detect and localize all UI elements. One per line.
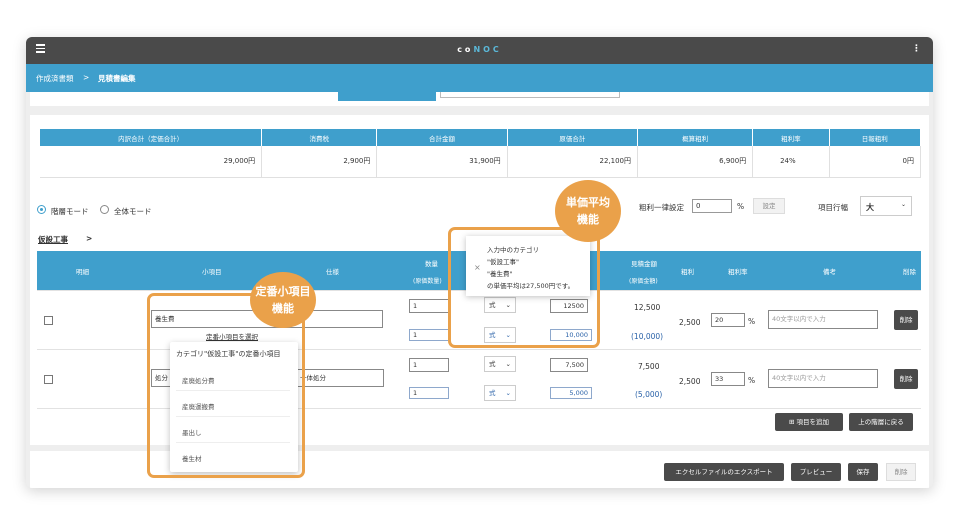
app-logo: coNOC [457, 45, 502, 54]
est-amount: 12,500 [634, 303, 661, 312]
price-average-callout: 単価平均 機能 [555, 180, 621, 242]
col-est: 見積金額 [631, 260, 657, 268]
summary-header: 概算粗利 [637, 129, 754, 146]
gross-setting-label: 粗利一律設定 [639, 203, 684, 212]
row-checkbox[interactable] [44, 316, 53, 325]
cost-price-input[interactable]: 5,000 [550, 387, 592, 399]
gross-rate-input[interactable]: 0 [692, 199, 732, 213]
delete-row-button[interactable]: 削除 [894, 369, 918, 389]
remark-input[interactable]: 40文字以内で入力 [768, 369, 878, 388]
top-bar: coNOC ⋮ [26, 37, 933, 64]
export-excel-button[interactable]: エクセルファイルのエクスポート [664, 463, 784, 481]
cost-qty-input[interactable]: 1 [409, 387, 449, 399]
qty-input[interactable]: 1 [409, 299, 449, 313]
summary-header: 原価合計 [507, 129, 638, 146]
save-button[interactable]: 保存 [848, 463, 878, 481]
remark-input[interactable]: 40文字以内で入力 [768, 310, 878, 329]
summary-value: 24% [752, 146, 830, 178]
qty-input[interactable]: 1 [409, 358, 449, 372]
summary-value: 6,900円 [637, 146, 754, 178]
gross-value: 2,500 [679, 318, 701, 327]
rate-input[interactable]: 33 [711, 372, 745, 386]
tier-mode-radio[interactable] [37, 205, 46, 214]
summary-header: 日報粗利 [829, 129, 922, 146]
col-delete: 削除 [903, 268, 916, 276]
summary-value: 0円 [829, 146, 922, 178]
chevron-right-icon: > [86, 234, 93, 243]
summary-value: 22,100円 [507, 146, 638, 178]
chevron-down-icon: ⌄ [900, 201, 906, 208]
summary-header: 消費税 [261, 129, 378, 146]
breadcrumb-current: 見積書編集 [98, 74, 136, 83]
col-gross: 粗利 [681, 268, 694, 276]
breadcrumb-parent[interactable]: 作成済書類 [36, 73, 74, 84]
gross-unit: % [737, 202, 745, 211]
summary-header: 粗利率 [752, 129, 830, 146]
preview-button[interactable]: プレビュー [791, 463, 841, 481]
gross-value: 2,500 [679, 377, 701, 386]
col-rate: 粗利率 [728, 268, 748, 276]
header-card [30, 92, 929, 106]
rate-input[interactable]: 20 [711, 313, 745, 327]
summary-header: 内訳合計（定価合計） [40, 129, 263, 146]
summary-value: 29,000円 [40, 146, 263, 178]
col-detail: 明細 [76, 268, 89, 276]
back-up-level-button[interactable]: 上の階層に戻る [849, 413, 913, 431]
row-width-select[interactable]: 大 ⌄ [860, 196, 912, 216]
col-est-sub: (原価金額) [629, 278, 658, 285]
cost-unit-select[interactable]: 式 ⌄ [484, 385, 516, 401]
unit-select[interactable]: 式 ⌄ [484, 356, 516, 372]
all-mode-label: 全体モード [114, 207, 152, 216]
tier-mode-label: 階層モード [51, 207, 89, 216]
summary-value: 2,900円 [261, 146, 378, 178]
col-spec: 仕様 [326, 268, 339, 276]
rate-unit: % [748, 376, 756, 385]
cost-amount: (10,000) [631, 332, 664, 341]
add-icon: ⊞ [788, 418, 797, 426]
price-input[interactable]: 7,500 [550, 358, 588, 372]
add-item-button[interactable]: ⊞ 項目を追加 [775, 413, 843, 431]
spec-input[interactable]: 一体処分 [296, 369, 384, 387]
row-width-label: 項目行幅 [818, 203, 848, 212]
cost-qty-input[interactable]: 1 [409, 329, 449, 341]
col-item: 小項目 [202, 268, 222, 276]
title-input[interactable] [440, 92, 620, 98]
more-options-icon[interactable]: ⋮ [912, 44, 921, 54]
chevron-down-icon: ⌄ [505, 389, 511, 397]
col-qty-sub: (原価数量) [413, 278, 442, 285]
delete-row-button[interactable]: 削除 [894, 310, 918, 330]
breadcrumb: 作成済書類 > 見積書編集 [26, 64, 933, 92]
est-amount: 7,500 [638, 362, 660, 371]
standard-item-callout: 定番小項目 機能 [250, 272, 316, 328]
summary-value: 31,900円 [376, 146, 508, 178]
active-tab[interactable] [338, 92, 436, 101]
col-qty: 数量 [425, 260, 438, 268]
row-checkbox[interactable] [44, 375, 53, 384]
col-remark: 備考 [823, 268, 836, 276]
breadcrumb-separator: > [83, 73, 90, 82]
all-mode-radio[interactable] [100, 205, 109, 214]
category-link[interactable]: 仮設工事 [38, 234, 68, 245]
summary-table: 内訳合計（定価合計） 消費税 合計金額 原価合計 概算粗利 粗利率 日報粗利 2… [40, 129, 922, 178]
chevron-down-icon: ⌄ [505, 360, 511, 368]
cost-amount: (5,000) [635, 390, 663, 399]
delete-document-button[interactable]: 削除 [886, 463, 916, 481]
summary-header: 合計金額 [376, 129, 508, 146]
rate-unit: % [748, 317, 756, 326]
price-average-highlight [448, 227, 600, 348]
set-gross-button[interactable]: 設定 [753, 198, 785, 214]
